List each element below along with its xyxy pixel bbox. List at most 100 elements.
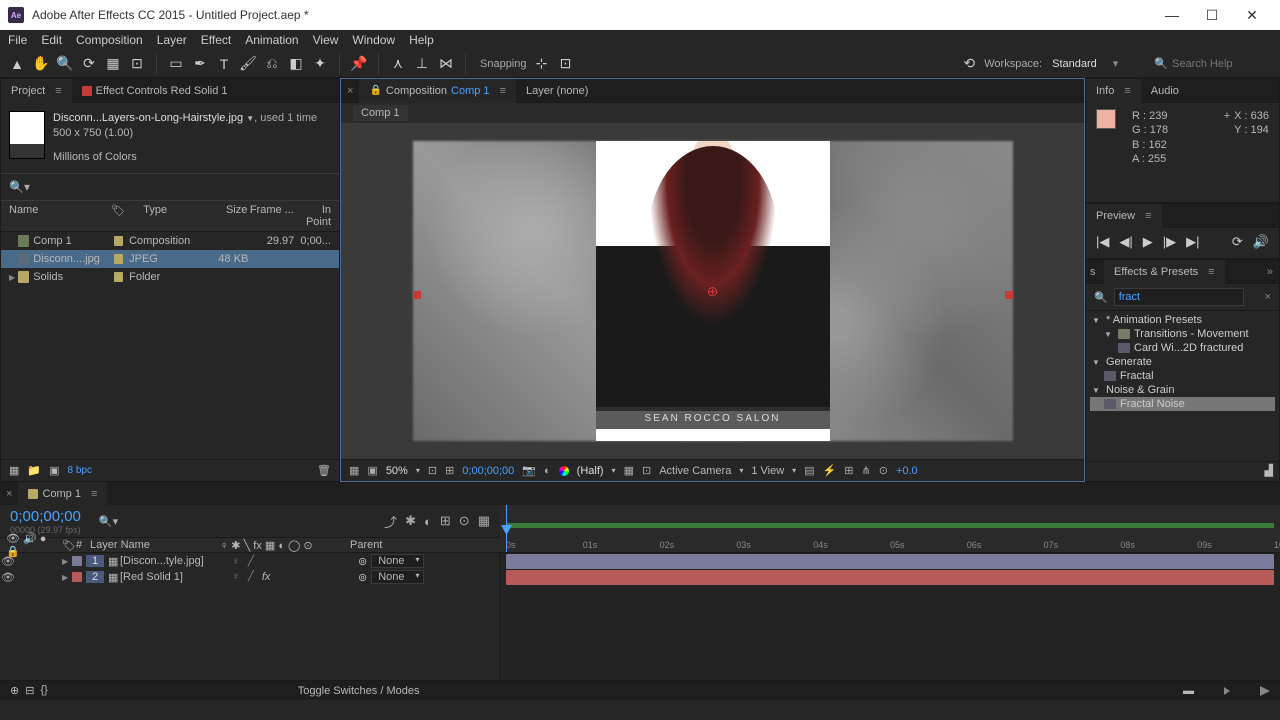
work-area-bar[interactable] bbox=[506, 523, 1274, 528]
play-button[interactable]: ▶ bbox=[1143, 234, 1153, 250]
render-icon[interactable]: ▦ bbox=[478, 513, 490, 529]
rotation-tool-icon[interactable]: ⟳ bbox=[80, 55, 98, 73]
tab-stub[interactable]: s bbox=[1086, 260, 1104, 284]
tab-effect-controls[interactable]: Effect Controls Red Solid 1 bbox=[72, 79, 238, 103]
axis2-icon[interactable]: ⊥ bbox=[413, 55, 431, 73]
first-frame-button[interactable]: |◀ bbox=[1096, 234, 1109, 250]
col-type[interactable]: Type bbox=[125, 204, 201, 228]
brackets-icon[interactable]: {} bbox=[40, 684, 47, 697]
project-search[interactable]: 🔍▾ bbox=[1, 173, 339, 201]
3d-icon[interactable]: ⊡ bbox=[642, 464, 651, 477]
snapping-toggle-icon[interactable]: ⊹ bbox=[533, 55, 551, 73]
camera-tool-icon[interactable]: ▦ bbox=[104, 55, 122, 73]
menu-edit[interactable]: Edit bbox=[41, 33, 62, 47]
tab-audio[interactable]: Audio bbox=[1141, 79, 1189, 103]
last-frame-button[interactable]: ▶| bbox=[1186, 234, 1199, 250]
toggle-icon[interactable]: ⊟ bbox=[25, 684, 34, 697]
hand-tool-icon[interactable]: ✋ bbox=[32, 55, 50, 73]
col-size[interactable]: Size bbox=[201, 204, 247, 228]
menu-animation[interactable]: Animation bbox=[245, 33, 298, 47]
trash-icon[interactable]: 🗑 bbox=[317, 464, 331, 477]
prev-frame-button[interactable]: ◀| bbox=[1119, 234, 1132, 250]
col-frame[interactable]: Frame ... bbox=[247, 204, 293, 228]
shy-icon[interactable]: ⤴ bbox=[384, 512, 397, 531]
region-icon[interactable]: ⊞ bbox=[445, 464, 454, 477]
close-panel-icon[interactable]: × bbox=[341, 85, 359, 97]
lock-icon[interactable]: 🔒 bbox=[369, 85, 381, 96]
camera-dropdown[interactable]: Active Camera bbox=[659, 465, 731, 477]
menu-layer[interactable]: Layer bbox=[157, 33, 187, 47]
folder-icon[interactable]: 📁 bbox=[27, 464, 41, 477]
brainstorm-icon[interactable]: ⊙ bbox=[459, 513, 470, 529]
project-row[interactable]: Comp 1Composition29.970;00... bbox=[1, 232, 339, 250]
composition-viewer[interactable]: Sean Rocco Salon ⊕ bbox=[341, 123, 1084, 459]
timeline-timecode[interactable]: 0;00;00;00 bbox=[10, 508, 81, 525]
loop-button[interactable]: ⟳ bbox=[1232, 234, 1243, 250]
axis3-icon[interactable]: ⋈ bbox=[437, 55, 455, 73]
frame-blend-icon[interactable]: ✱ bbox=[405, 513, 416, 529]
snapping-bounds-icon[interactable]: ⊡ bbox=[557, 55, 575, 73]
menu-composition[interactable]: Composition bbox=[76, 33, 143, 47]
effects-tree-item[interactable]: ▼Generate bbox=[1090, 355, 1275, 369]
new-bin-icon[interactable]: ▟ bbox=[1265, 464, 1273, 479]
resolution-icon[interactable]: ⊡ bbox=[428, 464, 437, 477]
zoom-dropdown[interactable]: 50% bbox=[386, 465, 408, 477]
comp-timecode[interactable]: 0;00;00;00 bbox=[462, 465, 514, 477]
menu-view[interactable]: View bbox=[313, 33, 339, 47]
toggle-switches-button[interactable]: Toggle Switches / Modes bbox=[298, 685, 420, 697]
anchor-point-icon[interactable]: ⊕ bbox=[705, 283, 721, 299]
bpc-button[interactable]: 8 bpc bbox=[68, 465, 92, 476]
grid-icon[interactable]: ▦ bbox=[349, 464, 359, 477]
project-row[interactable]: ▶SolidsFolder bbox=[1, 268, 339, 286]
effects-tree-item[interactable]: Fractal Noise bbox=[1090, 397, 1275, 411]
timeline-layer-row[interactable]: 👁▶2▦[Red Solid 1]♀ ╱ fx⊚None bbox=[0, 569, 499, 585]
roto-tool-icon[interactable]: ✦ bbox=[311, 55, 329, 73]
pan-behind-tool-icon[interactable]: ⊡ bbox=[128, 55, 146, 73]
timeline-tracks[interactable] bbox=[500, 553, 1280, 680]
effects-tree-item[interactable]: Fractal bbox=[1090, 369, 1275, 383]
mask-icon[interactable]: ▣ bbox=[367, 464, 377, 477]
layer-handle-left[interactable] bbox=[413, 291, 421, 299]
effects-search-input[interactable] bbox=[1114, 288, 1244, 306]
interpret-icon[interactable]: ▦ bbox=[9, 464, 19, 477]
flowchart-icon[interactable]: ⋔ bbox=[862, 464, 871, 477]
clone-tool-icon[interactable]: ⎌ bbox=[263, 55, 281, 73]
tab-preview[interactable]: Preview≡ bbox=[1086, 204, 1162, 228]
type-tool-icon[interactable]: T bbox=[215, 55, 233, 73]
menu-window[interactable]: Window bbox=[352, 33, 395, 47]
close-timeline-icon[interactable]: × bbox=[0, 488, 18, 500]
pen-tool-icon[interactable]: ✒ bbox=[191, 55, 209, 73]
layer-handle-right[interactable] bbox=[1005, 291, 1013, 299]
search-help-input[interactable] bbox=[1172, 58, 1272, 70]
color-wheel-icon[interactable] bbox=[559, 466, 569, 476]
rectangle-tool-icon[interactable]: ▭ bbox=[167, 55, 185, 73]
comp-icon[interactable]: ▣ bbox=[49, 464, 59, 477]
workspace-chevron-icon[interactable]: ▾ bbox=[1113, 57, 1119, 70]
minimize-button[interactable]: — bbox=[1152, 0, 1192, 30]
workspace-dropdown[interactable]: Standard bbox=[1052, 58, 1097, 70]
zoom-out-icon[interactable]: ▬ bbox=[1183, 685, 1194, 697]
selection-tool-icon[interactable]: ▲ bbox=[8, 55, 26, 73]
panel-menu-icon[interactable]: » bbox=[1261, 266, 1279, 278]
sync-icon[interactable]: ⟲ bbox=[960, 55, 978, 73]
axis-icon[interactable]: ⋏ bbox=[389, 55, 407, 73]
col-in[interactable]: In Point bbox=[294, 204, 331, 228]
col-name[interactable]: Name bbox=[9, 204, 111, 228]
exposure-value[interactable]: +0.0 bbox=[896, 465, 918, 477]
pin-tool-icon[interactable]: 📌 bbox=[350, 55, 368, 73]
tab-layer[interactable]: Layer (none) bbox=[516, 79, 598, 103]
close-button[interactable]: ✕ bbox=[1232, 0, 1272, 30]
timeline-icon[interactable]: ⊞ bbox=[844, 464, 853, 477]
brush-tool-icon[interactable]: 🖌 bbox=[239, 55, 257, 73]
timeline-layer-row[interactable]: 👁▶1▦[Discon...tyle.jpg]♀ ╱ ⊚None bbox=[0, 553, 499, 569]
project-row[interactable]: Disconn....jpgJPEG48 KB bbox=[1, 250, 339, 268]
maximize-button[interactable]: ☐ bbox=[1192, 0, 1232, 30]
tab-effects-presets[interactable]: Effects & Presets≡ bbox=[1104, 260, 1225, 284]
channel-icon[interactable]: ◐ bbox=[544, 465, 551, 477]
tab-composition[interactable]: 🔒 Composition Comp 1 ≡ bbox=[359, 79, 516, 103]
transparency-icon[interactable]: ▦ bbox=[624, 464, 634, 477]
zoom-slider-start[interactable] bbox=[1224, 687, 1230, 695]
tab-project[interactable]: Project≡ bbox=[1, 79, 72, 103]
clear-search-icon[interactable]: × bbox=[1265, 291, 1271, 303]
tab-timeline-comp[interactable]: Comp 1≡ bbox=[18, 482, 107, 506]
